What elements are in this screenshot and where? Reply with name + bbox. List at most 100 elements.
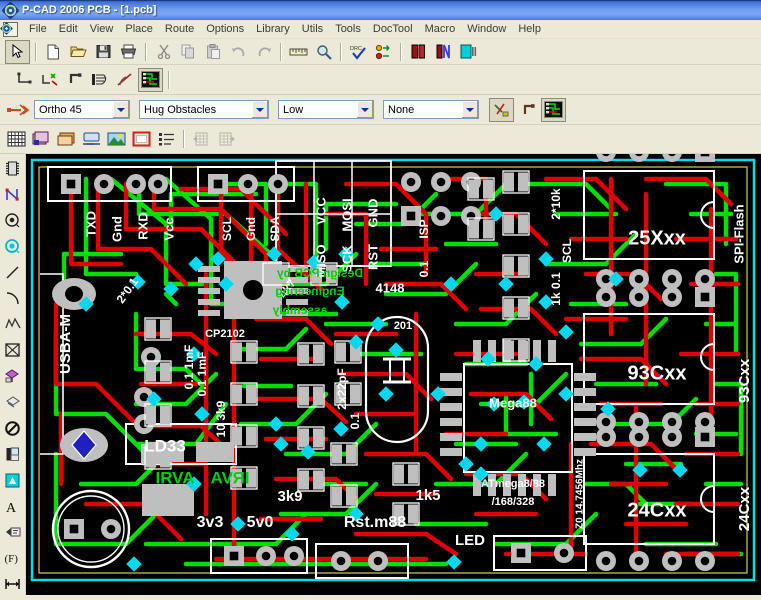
priority-value: Low xyxy=(283,103,304,116)
place-plane-icon[interactable] xyxy=(2,389,24,415)
list-icon[interactable] xyxy=(155,128,178,150)
window-title: P-CAD 2006 PCB - [1.pcb] xyxy=(22,4,157,16)
route-interactive-icon[interactable] xyxy=(38,69,61,91)
zoom-magnifier-icon[interactable] xyxy=(312,41,335,63)
svg-text:DRC: DRC xyxy=(350,46,362,52)
grid-icon[interactable] xyxy=(5,128,28,150)
print-icon[interactable] xyxy=(117,41,140,63)
silk-label: ATmega8/88 xyxy=(481,478,545,490)
measure-ruler-icon[interactable] xyxy=(287,41,310,63)
chevron-down-icon[interactable] xyxy=(356,101,373,118)
board-outline-icon[interactable] xyxy=(130,128,153,150)
select-arrow-icon[interactable] xyxy=(5,39,30,64)
silk-label: 25Xxx xyxy=(628,227,686,249)
route-manual-icon[interactable] xyxy=(13,69,36,91)
menu-item-route[interactable]: Route xyxy=(159,21,200,37)
obstacle-mode-value: Hug Obstacles xyxy=(144,103,217,116)
obstacle-mode-combo[interactable]: Hug Obstacles xyxy=(139,100,269,119)
priority-combo[interactable]: Low xyxy=(278,100,374,119)
silk-label: SCL xyxy=(560,239,574,263)
route-toolbar xyxy=(0,65,761,95)
silk-label: CP2102 xyxy=(205,328,245,340)
place-keepout-icon[interactable] xyxy=(2,415,24,441)
silk-label: IRVA xyxy=(210,468,249,487)
pcb-drawing[interactable]: TXD Gnd RXD Vcc2*0.1USBA-M 0.1 1mF0.1 1mF10 … xyxy=(26,154,761,595)
route-corner-icon[interactable] xyxy=(516,99,539,121)
place-text-icon[interactable]: A xyxy=(2,493,24,519)
silk-label: VCC xyxy=(313,197,328,225)
menu-item-edit[interactable]: Edit xyxy=(53,21,84,37)
place-pad-icon[interactable] xyxy=(2,233,24,259)
silk-label: SCL xyxy=(220,217,234,241)
menu-item-library[interactable]: Library xyxy=(250,21,296,37)
route-mode-combo[interactable]: Ortho 45 xyxy=(34,100,130,119)
drc-check-icon[interactable]: DRC xyxy=(347,41,370,63)
place-ref-point-icon[interactable]: (F) xyxy=(2,545,24,571)
cut-scissors-icon[interactable] xyxy=(152,41,175,63)
paste-icon[interactable] xyxy=(202,41,225,63)
autorouter-launch-icon[interactable] xyxy=(541,97,566,122)
place-dimension-icon[interactable] xyxy=(2,571,24,595)
place-copper-pour-icon[interactable] xyxy=(2,363,24,389)
place-field-icon[interactable] xyxy=(2,441,24,467)
undo-icon[interactable] xyxy=(227,41,250,63)
document-app-icon[interactable] xyxy=(2,21,18,37)
pcb-canvas[interactable]: TXD Gnd RXD Vcc 2*0.1 USBA-M 0.1 1mF 0.1 1mF 10 … xyxy=(26,154,761,595)
new-file-icon[interactable] xyxy=(42,41,65,63)
route-bus-icon[interactable] xyxy=(63,69,86,91)
menu-item-options[interactable]: Options xyxy=(200,21,250,37)
menu-item-tools[interactable]: Tools xyxy=(329,21,367,37)
silk-label: Rst.m88 xyxy=(344,514,406,531)
table-export-icon[interactable] xyxy=(215,128,238,150)
copper-pour-icon[interactable] xyxy=(55,128,78,150)
place-cutout-icon[interactable] xyxy=(2,337,24,363)
toolbar-separator-3 xyxy=(280,42,282,61)
open-folder-icon[interactable] xyxy=(67,41,90,63)
place-component-icon[interactable] xyxy=(2,155,24,181)
svg-text:A: A xyxy=(6,501,17,514)
silk-label: Mega88 xyxy=(489,395,537,410)
place-toolbar: A (F) xyxy=(0,154,26,595)
menu-item-file[interactable]: File xyxy=(23,21,53,37)
silk-label: 93Cxx xyxy=(628,362,687,384)
layers-tab-icon[interactable] xyxy=(30,128,53,150)
place-via-icon[interactable] xyxy=(2,207,24,233)
delete-trace-icon[interactable] xyxy=(489,97,514,122)
via-style-combo[interactable]: None xyxy=(383,100,479,119)
chevron-down-icon[interactable] xyxy=(251,101,268,118)
panel-cyan-icon[interactable] xyxy=(457,41,480,63)
route-miter-icon[interactable] xyxy=(113,69,136,91)
place-polygon-icon[interactable] xyxy=(2,311,24,337)
menu-item-doctool[interactable]: DocTool xyxy=(367,21,419,37)
silk-label: 0.1 xyxy=(348,412,362,429)
place-line-icon[interactable] xyxy=(2,259,24,285)
silk-label: RXD xyxy=(135,212,150,239)
layers-blue-icon[interactable] xyxy=(432,41,455,63)
silk-label: ISP xyxy=(417,219,431,238)
menu-item-window[interactable]: Window xyxy=(461,21,512,37)
menu-item-macro[interactable]: Macro xyxy=(419,21,462,37)
chevron-down-icon[interactable] xyxy=(112,101,129,118)
save-disk-icon[interactable] xyxy=(92,41,115,63)
copy-icon[interactable] xyxy=(177,41,200,63)
place-attribute-icon[interactable] xyxy=(2,519,24,545)
route-multi-icon[interactable] xyxy=(88,69,111,91)
netlist-icon[interactable] xyxy=(372,41,395,63)
menu-item-view[interactable]: View xyxy=(84,21,120,37)
route-autorouter-icon[interactable] xyxy=(138,67,163,92)
image-icon[interactable] xyxy=(105,128,128,150)
redo-icon[interactable] xyxy=(252,41,275,63)
view-toolbar: xxxx xyxy=(0,125,761,154)
place-area-icon[interactable] xyxy=(2,467,24,493)
place-connection-icon[interactable] xyxy=(2,181,24,207)
place-arc-icon[interactable] xyxy=(2,285,24,311)
chevron-down-icon[interactable] xyxy=(461,101,478,118)
menu-item-place[interactable]: Place xyxy=(119,21,159,37)
silk-label: USBA-M xyxy=(57,314,74,374)
route-direction-icon[interactable] xyxy=(5,99,33,121)
menu-item-help[interactable]: Help xyxy=(512,21,547,37)
menu-item-utils[interactable]: Utils xyxy=(296,21,329,37)
layers-red-icon[interactable] xyxy=(407,41,430,63)
table-import-icon[interactable] xyxy=(190,128,213,150)
display-icon[interactable]: xxxx xyxy=(80,128,103,150)
